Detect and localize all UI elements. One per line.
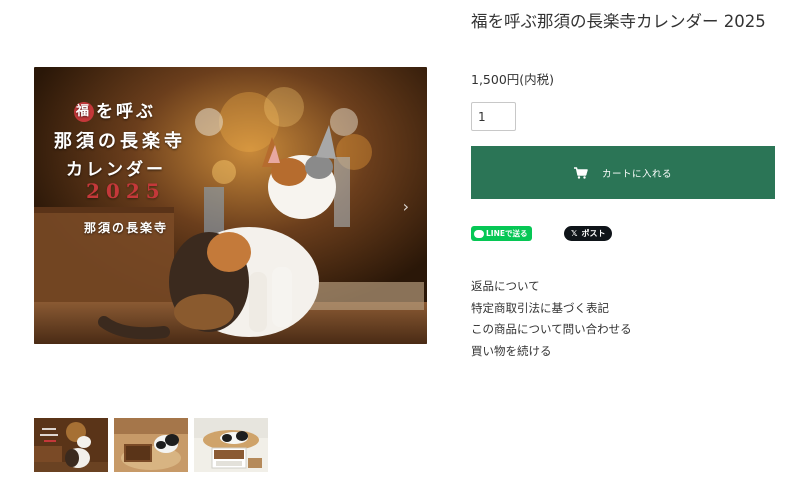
cover-year: 2025 [86, 179, 166, 203]
cart-icon [573, 166, 588, 179]
x-post-label: ポスト [581, 229, 606, 238]
cover-title-line3: カレンダー [66, 160, 166, 180]
thumbnail-1[interactable] [34, 418, 108, 472]
product-title: 福を呼ぶ那須の長楽寺カレンダー 2025 [471, 12, 766, 31]
x-logo-icon: 𝕏 [571, 229, 578, 238]
thumbnail-2[interactable] [114, 418, 188, 472]
link-inquiry[interactable]: この商品について問い合わせる [471, 319, 632, 341]
cover-title-line1-text: を呼ぶ [96, 102, 156, 122]
add-to-cart-button[interactable]: カートに入れる [471, 146, 775, 199]
add-to-cart-label: カートに入れる [601, 168, 672, 180]
cover-title-line1: 福を呼ぶ [74, 97, 156, 122]
fuku-mark: 福 [74, 102, 94, 122]
link-continue-shopping[interactable]: 買い物を続ける [471, 341, 632, 363]
product-links: 返品について 特定商取引法に基づく表記 この商品について問い合わせる 買い物を続… [471, 276, 632, 362]
link-returns[interactable]: 返品について [471, 276, 632, 298]
thumbnail-3[interactable] [194, 418, 268, 472]
cover-title-line2: 那須の長楽寺 [54, 131, 186, 152]
cover-subtitle: 那須の長楽寺 [84, 221, 169, 235]
quantity-input[interactable] [471, 102, 516, 131]
line-share-label: LINEで送る [486, 229, 528, 238]
product-main-image[interactable]: 福を呼ぶ 那須の長楽寺 カレンダー 2025 那須の長楽寺 › [34, 67, 427, 344]
line-share-button[interactable]: LINEで送る [471, 226, 533, 241]
product-price: 1,500円(内税) [471, 72, 555, 87]
chevron-right-icon[interactable]: › [403, 197, 409, 216]
x-post-button[interactable]: 𝕏 ポスト [564, 226, 613, 241]
link-commercial-law[interactable]: 特定商取引法に基づく表記 [471, 298, 632, 320]
thumbnail-strip [34, 418, 268, 472]
line-logo-icon [474, 229, 484, 238]
